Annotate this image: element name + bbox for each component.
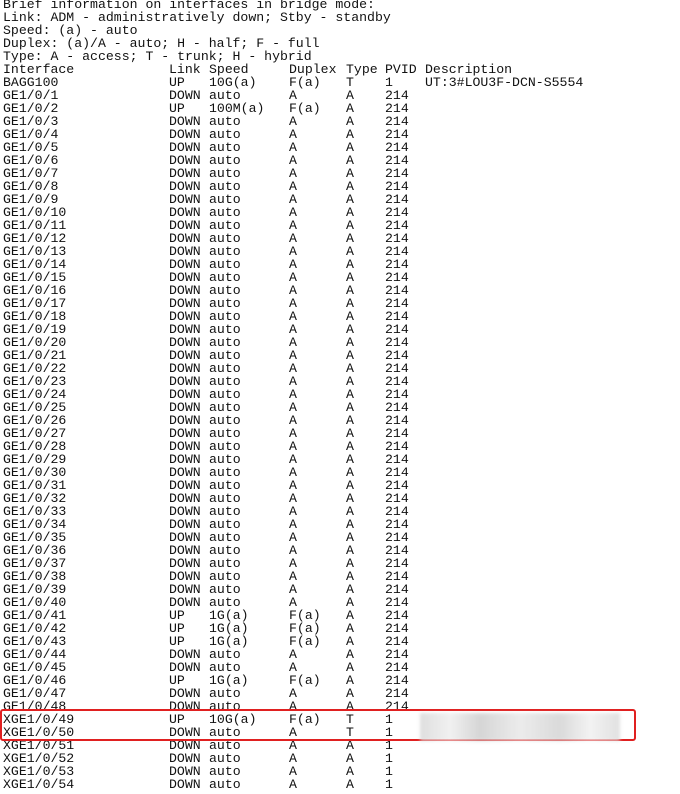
table-row: GE1/0/36 DOWN auto A A 214 bbox=[3, 544, 679, 557]
cell-duplex: A bbox=[289, 777, 297, 792]
table-row: GE1/0/7 DOWN auto A A 214 bbox=[3, 167, 679, 180]
table-row: GE1/0/16 DOWN auto A A 214 bbox=[3, 284, 679, 297]
table-row: GE1/0/38 DOWN auto A A 214 bbox=[3, 570, 679, 583]
table-row: GE1/0/15 DOWN auto A A 214 bbox=[3, 271, 679, 284]
table-row: GE1/0/5 DOWN auto A A 214 bbox=[3, 141, 679, 154]
table-row: GE1/0/47 DOWN auto A A 214 bbox=[3, 687, 679, 700]
table-row: GE1/0/18 DOWN auto A A 214 bbox=[3, 310, 679, 323]
table-row: GE1/0/29 DOWN auto A A 214 bbox=[3, 453, 679, 466]
table-row: GE1/0/21 DOWN auto A A 214 bbox=[3, 349, 679, 362]
table-row: GE1/0/1 DOWN auto A A 214 bbox=[3, 89, 679, 102]
table-row: GE1/0/23 DOWN auto A A 214 bbox=[3, 375, 679, 388]
cell-link: DOWN bbox=[169, 777, 201, 792]
legend-line-type: Type: A - access; T - trunk; H - hybrid bbox=[3, 49, 312, 64]
table-row: GE1/0/8 DOWN auto A A 214 bbox=[3, 180, 679, 193]
table-row: GE1/0/14 DOWN auto A A 214 bbox=[3, 258, 679, 271]
table-row: GE1/0/9 DOWN auto A A 214 bbox=[3, 193, 679, 206]
terminal-output: Brief information on interfaces in bridg… bbox=[3, 0, 679, 791]
table-row: GE1/0/2 UP 100M(a) F(a) A 214 bbox=[3, 102, 679, 115]
table-row: BAGG100 UP 10G(a) F(a) T 1 UT:3#LOU3F-DCN-S555… bbox=[3, 76, 679, 89]
table-row: GE1/0/22 DOWN auto A A 214 bbox=[3, 362, 679, 375]
table-row: GE1/0/41 UP 1G(a) F(a) A 214 bbox=[3, 609, 679, 622]
table-row: GE1/0/24 DOWN auto A A 214 bbox=[3, 388, 679, 401]
table-row: GE1/0/39 DOWN auto A A 214 bbox=[3, 583, 679, 596]
redacted-description bbox=[420, 713, 620, 741]
table-row: GE1/0/25 DOWN auto A A 214 bbox=[3, 401, 679, 414]
table-row: GE1/0/27 DOWN auto A A 214 bbox=[3, 427, 679, 440]
cell-interface: XGE1/0/54 bbox=[3, 777, 75, 792]
table-row: XGE1/0/52 DOWN auto A A 1 bbox=[3, 752, 679, 765]
table-row: GE1/0/42 UP 1G(a) F(a) A 214 bbox=[3, 622, 679, 635]
table-row: GE1/0/44 DOWN auto A A 214 bbox=[3, 648, 679, 661]
legend: Brief information on interfaces in bridg… bbox=[3, 0, 679, 63]
table-row: GE1/0/48 DOWN auto A A 214 bbox=[3, 700, 679, 713]
table-row: GE1/0/37 DOWN auto A A 214 bbox=[3, 557, 679, 570]
cell-type: A bbox=[346, 777, 354, 792]
table-row: GE1/0/20 DOWN auto A A 214 bbox=[3, 336, 679, 349]
table-row: XGE1/0/54 DOWN auto A A 1 bbox=[3, 778, 679, 791]
table-row: GE1/0/4 DOWN auto A A 214 bbox=[3, 128, 679, 141]
table-row: GE1/0/46 UP 1G(a) F(a) A 214 bbox=[3, 674, 679, 687]
table-row: GE1/0/28 DOWN auto A A 214 bbox=[3, 440, 679, 453]
table-row: GE1/0/13 DOWN auto A A 214 bbox=[3, 245, 679, 258]
table-row: GE1/0/45 DOWN auto A A 214 bbox=[3, 661, 679, 674]
table-row: GE1/0/31 DOWN auto A A 214 bbox=[3, 479, 679, 492]
table-row: GE1/0/34 DOWN auto A A 214 bbox=[3, 518, 679, 531]
table-row: GE1/0/32 DOWN auto A A 214 bbox=[3, 492, 679, 505]
table-row: GE1/0/43 UP 1G(a) F(a) A 214 bbox=[3, 635, 679, 648]
table-row: GE1/0/26 DOWN auto A A 214 bbox=[3, 414, 679, 427]
cell-description: UT:3#LOU3F-DCN-S5554 bbox=[425, 75, 584, 90]
interface-table: BAGG100 UP 10G(a) F(a) T 1 UT:3#LOU3F-DCN-S555… bbox=[3, 76, 679, 791]
table-row: GE1/0/6 DOWN auto A A 214 bbox=[3, 154, 679, 167]
cell-speed: auto bbox=[209, 777, 241, 792]
table-row: GE1/0/33 DOWN auto A A 214 bbox=[3, 505, 679, 518]
table-row: GE1/0/11 DOWN auto A A 214 bbox=[3, 219, 679, 232]
table-row: XGE1/0/53 DOWN auto A A 1 bbox=[3, 765, 679, 778]
table-row: GE1/0/12 DOWN auto A A 214 bbox=[3, 232, 679, 245]
table-row: GE1/0/30 DOWN auto A A 214 bbox=[3, 466, 679, 479]
table-row: GE1/0/40 DOWN auto A A 214 bbox=[3, 596, 679, 609]
table-row: GE1/0/10 DOWN auto A A 214 bbox=[3, 206, 679, 219]
table-row: GE1/0/17 DOWN auto A A 214 bbox=[3, 297, 679, 310]
table-row: GE1/0/19 DOWN auto A A 214 bbox=[3, 323, 679, 336]
cell-pvid: 1 bbox=[385, 777, 393, 792]
table-row: GE1/0/35 DOWN auto A A 214 bbox=[3, 531, 679, 544]
table-row: GE1/0/3 DOWN auto A A 214 bbox=[3, 115, 679, 128]
